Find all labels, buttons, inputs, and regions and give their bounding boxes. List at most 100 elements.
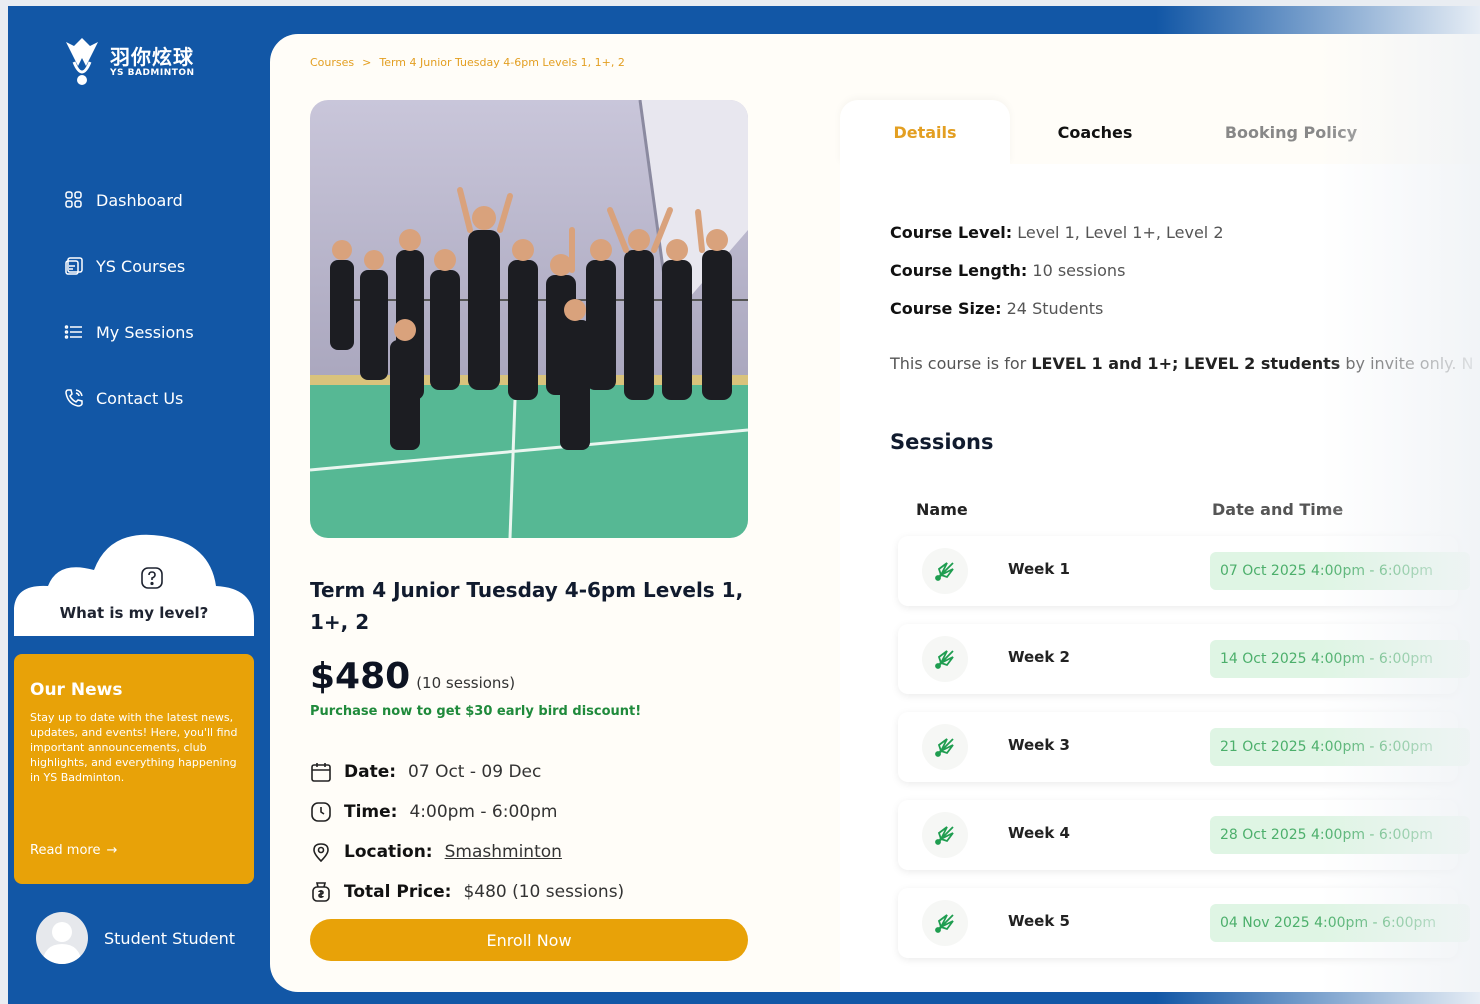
session-name: Week 3 <box>1008 736 1070 754</box>
brand-name-en: YS BADMINTON <box>110 68 195 78</box>
list-icon <box>64 325 82 339</box>
enroll-now-button[interactable]: Enroll Now <box>310 919 748 961</box>
shuttlecock-icon <box>922 812 968 858</box>
discount-message: Purchase now to get $30 early bird disco… <box>310 704 642 719</box>
fact-size-label: Course Size: <box>890 299 1002 318</box>
desc-bold: LEVEL 1 and 1+; LEVEL 2 students <box>1031 354 1341 373</box>
info-time-label: Time: <box>344 802 398 822</box>
fact-level-value: Level 1, Level 1+, Level 2 <box>1017 223 1224 242</box>
session-row[interactable]: Week 3 21 Oct 2025 4:00pm - 6:00pm <box>898 712 1470 782</box>
info-date: Date: 07 Oct - 09 Dec <box>310 752 624 792</box>
read-more-label: Read more <box>30 843 101 858</box>
info-total: Total Price: $480 (10 sessions) <box>310 872 624 912</box>
fact-length-label: Course Length: <box>890 261 1028 280</box>
money-bag-icon <box>312 882 330 902</box>
sidebar-item-dashboard[interactable]: Dashboard <box>64 188 194 212</box>
sidebar-nav: Dashboard YS Courses My Sessions Contact… <box>64 188 194 452</box>
app-window: 羽你炫球 YS BADMINTON Dashboard YS Courses M… <box>8 6 1480 1004</box>
breadcrumb-courses[interactable]: Courses <box>310 56 354 69</box>
session-row[interactable]: Week 2 14 Oct 2025 4:00pm - 6:00pm <box>898 624 1470 694</box>
location-pin-icon <box>313 843 329 863</box>
info-location-label: Location: <box>344 842 433 862</box>
calendar-icon <box>311 763 331 782</box>
session-datetime: 04 Nov 2025 4:00pm - 6:00pm <box>1210 904 1470 942</box>
col-name: Name <box>916 500 968 519</box>
sessions-table-header: Name Date and Time <box>916 500 1476 519</box>
course-facts: Course Level: Level 1, Level 1+, Level 2… <box>890 214 1224 328</box>
desc-suffix: by invite only. N <box>1345 354 1474 373</box>
session-datetime: 28 Oct 2025 4:00pm - 6:00pm <box>1210 816 1470 854</box>
shuttlecock-icon <box>922 548 968 594</box>
main-panel: Courses > Term 4 Junior Tuesday 4-6pm Le… <box>270 34 1480 992</box>
details-panel: Course Level: Level 1, Level 1+, Level 2… <box>840 164 1480 992</box>
breadcrumb-current: Term 4 Junior Tuesday 4-6pm Levels 1, 1+… <box>379 56 625 69</box>
dashboard-icon <box>65 191 82 208</box>
session-datetime: 21 Oct 2025 4:00pm - 6:00pm <box>1210 728 1470 766</box>
sessions-list: Week 1 07 Oct 2025 4:00pm - 6:00pm Week … <box>898 536 1470 976</box>
clock-icon <box>311 802 331 822</box>
session-name: Week 4 <box>1008 824 1070 842</box>
news-title: Our News <box>30 680 123 700</box>
sidebar-item-ys-courses[interactable]: YS Courses <box>64 254 194 278</box>
session-row[interactable]: Week 5 04 Nov 2025 4:00pm - 6:00pm <box>898 888 1470 958</box>
session-name: Week 1 <box>1008 560 1070 578</box>
question-icon <box>141 567 163 589</box>
tab-details[interactable]: Details <box>840 100 1010 164</box>
shuttlecock-icon <box>922 724 968 770</box>
arrow-right-icon: → <box>106 843 118 858</box>
user-silhouette-icon <box>42 922 82 964</box>
course-price: $480 (10 sessions) <box>310 656 515 697</box>
sidebar-item-label: Dashboard <box>96 190 183 210</box>
desc-prefix: This course is for <box>890 354 1027 373</box>
price-amount: $480 <box>310 656 411 697</box>
brand-name-cn: 羽你炫球 <box>110 45 194 69</box>
price-note: (10 sessions) <box>416 674 516 692</box>
sessions-heading: Sessions <box>890 430 994 454</box>
phone-icon <box>65 389 83 407</box>
shuttlecock-icon <box>922 900 968 946</box>
sidebar-item-my-sessions[interactable]: My Sessions <box>64 320 194 344</box>
fact-level-label: Course Level: <box>890 223 1013 242</box>
shuttlecock-logo-icon <box>66 38 98 85</box>
breadcrumb-separator: > <box>362 56 372 69</box>
courses-icon <box>65 257 83 275</box>
session-row[interactable]: Week 1 07 Oct 2025 4:00pm - 6:00pm <box>898 536 1470 606</box>
level-help-text: What is my level? <box>59 604 209 622</box>
breadcrumb: Courses > Term 4 Junior Tuesday 4-6pm Le… <box>310 56 625 69</box>
brand-logo[interactable]: 羽你炫球 YS BADMINTON <box>60 36 195 88</box>
user-name: Student Student <box>104 928 236 948</box>
session-datetime: 14 Oct 2025 4:00pm - 6:00pm <box>1210 640 1470 678</box>
course-title: Term 4 Junior Tuesday 4-6pm Levels 1, 1+… <box>310 578 744 634</box>
tab-coaches[interactable]: Coaches <box>1010 100 1180 164</box>
sidebar-item-label: YS Courses <box>96 256 186 276</box>
fact-level: Course Level: Level 1, Level 1+, Level 2 <box>890 214 1224 252</box>
info-date-value: 07 Oct - 09 Dec <box>408 762 542 782</box>
info-total-label: Total Price: <box>344 882 452 902</box>
session-name: Week 2 <box>1008 648 1070 666</box>
fact-length: Course Length: 10 sessions <box>890 252 1224 290</box>
col-date-time: Date and Time <box>1212 500 1344 519</box>
sidebar: 羽你炫球 YS BADMINTON Dashboard YS Courses M… <box>8 6 270 1004</box>
sidebar-item-contact-us[interactable]: Contact Us <box>64 386 194 410</box>
info-date-label: Date: <box>344 762 397 782</box>
session-datetime: 07 Oct 2025 4:00pm - 6:00pm <box>1210 552 1470 590</box>
tab-booking-policy[interactable]: Booking Policy <box>1206 100 1376 164</box>
info-time-value: 4:00pm - 6:00pm <box>409 802 558 822</box>
avatar <box>36 912 88 964</box>
info-total-value: $480 (10 sessions) <box>463 882 625 902</box>
fact-size-value: 24 Students <box>1006 299 1104 318</box>
read-more-link[interactable]: Read more → <box>30 843 117 858</box>
news-card: Our News Stay up to date with the latest… <box>14 654 254 884</box>
session-name: Week 5 <box>1008 912 1070 930</box>
course-description: This course is for LEVEL 1 and 1+; LEVEL… <box>890 354 1474 373</box>
user-profile[interactable]: Student Student <box>36 912 235 964</box>
location-link[interactable]: Smashminton <box>445 842 562 862</box>
info-location: Location: Smashminton <box>310 832 624 872</box>
detail-tabs: Details Coaches Booking Policy <box>840 100 1480 164</box>
course-photo <box>310 100 748 538</box>
level-help-card[interactable]: What is my level? <box>14 524 254 636</box>
fact-size: Course Size: 24 Students <box>890 290 1224 328</box>
sidebar-item-label: Contact Us <box>96 388 184 408</box>
session-row[interactable]: Week 4 28 Oct 2025 4:00pm - 6:00pm <box>898 800 1470 870</box>
team-photo-illustration <box>310 100 748 538</box>
